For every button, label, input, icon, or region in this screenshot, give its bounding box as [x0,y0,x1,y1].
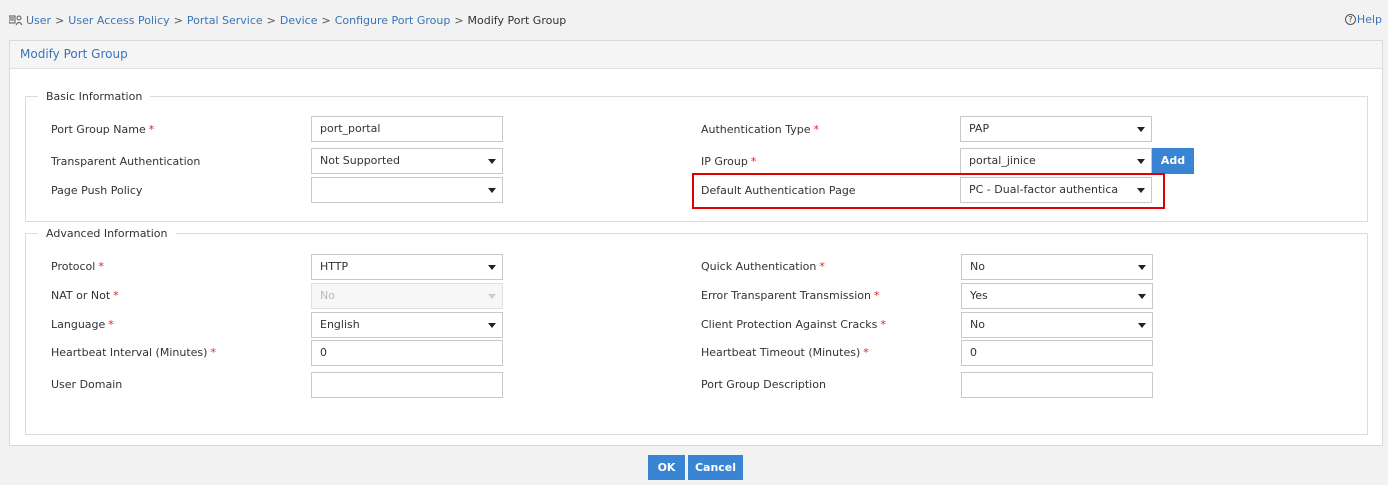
help-link[interactable]: ? Help [1344,13,1382,26]
chevron-down-icon [1138,294,1146,299]
default-auth-page-label: Default Authentication Page [701,184,856,197]
panel-title: Modify Port Group [10,41,1382,69]
protocol-label: Protocol * [51,260,104,273]
breadcrumb-user[interactable]: User [26,14,51,27]
heartbeat-interval-label: Heartbeat Interval (Minutes) * [51,346,216,359]
client-protection-select[interactable]: No [961,312,1153,338]
quick-auth-select[interactable]: No [961,254,1153,280]
breadcrumb-current: Modify Port Group [467,13,567,27]
breadcrumb-separator: > [55,13,65,27]
port-group-desc-input[interactable] [961,372,1153,398]
language-label: Language * [51,318,114,331]
chevron-down-icon [1138,323,1146,328]
user-home-icon [9,15,23,26]
page-push-policy-label: Page Push Policy [51,184,143,197]
chevron-down-icon [1137,159,1145,164]
breadcrumb-user-access-policy[interactable]: User Access Policy [68,14,169,27]
port-group-name-label: Port Group Name * [51,123,155,136]
default-auth-page-select[interactable]: PC - Dual-factor authentica [960,177,1152,203]
error-transparent-select[interactable]: Yes [961,283,1153,309]
heartbeat-timeout-input[interactable]: 0 [961,340,1153,366]
help-label: Help [1356,13,1382,26]
client-protection-label: Client Protection Against Cracks * [701,318,886,331]
basic-information-legend: Basic Information [46,90,143,103]
breadcrumb-separator: > [321,13,331,27]
transparent-auth-label: Transparent Authentication [51,155,201,168]
chevron-down-icon [1138,265,1146,270]
nat-select: No [311,283,503,309]
breadcrumb-portal-service[interactable]: Portal Service [187,14,263,27]
question-icon: ? [1344,14,1356,25]
language-select[interactable]: English [311,312,503,338]
port-group-name-input[interactable]: port_portal [311,116,503,142]
chevron-down-icon [488,188,496,193]
quick-auth-label: Quick Authentication * [701,260,825,273]
protocol-select[interactable]: HTTP [311,254,503,280]
advanced-information-legend: Advanced Information [46,227,168,240]
chevron-down-icon [488,294,496,299]
breadcrumb-separator: > [173,13,183,27]
cancel-button[interactable]: Cancel [688,455,743,480]
ok-button[interactable]: OK [648,455,685,480]
chevron-down-icon [1137,188,1145,193]
breadcrumb-device[interactable]: Device [280,14,318,27]
page-push-policy-select[interactable] [311,177,503,203]
transparent-auth-select[interactable]: Not Supported [311,148,503,174]
modify-port-group-panel: Modify Port Group Basic Information Adva… [9,40,1383,446]
add-ip-group-button[interactable]: Add [1152,148,1194,174]
breadcrumb-separator: > [266,13,276,27]
auth-type-label: Authentication Type * [701,123,820,136]
heartbeat-timeout-label: Heartbeat Timeout (Minutes) * [701,346,869,359]
user-domain-input[interactable] [311,372,503,398]
heartbeat-interval-input[interactable]: 0 [311,340,503,366]
chevron-down-icon [488,159,496,164]
user-domain-label: User Domain [51,378,123,391]
error-transparent-label: Error Transparent Transmission * [701,289,880,302]
chevron-down-icon [488,323,496,328]
ip-group-select[interactable]: portal_jinice [960,148,1152,174]
nat-label: NAT or Not * [51,289,119,302]
breadcrumb-separator: > [454,13,464,27]
port-group-desc-label: Port Group Description [701,378,826,391]
ip-group-label: IP Group * [701,155,757,168]
chevron-down-icon [488,265,496,270]
advanced-information-section: Advanced Information [25,227,1368,435]
breadcrumb: User > User Access Policy > Portal Servi… [9,13,566,27]
breadcrumb-configure-port-group[interactable]: Configure Port Group [335,14,451,27]
chevron-down-icon [1137,127,1145,132]
auth-type-select[interactable]: PAP [960,116,1152,142]
